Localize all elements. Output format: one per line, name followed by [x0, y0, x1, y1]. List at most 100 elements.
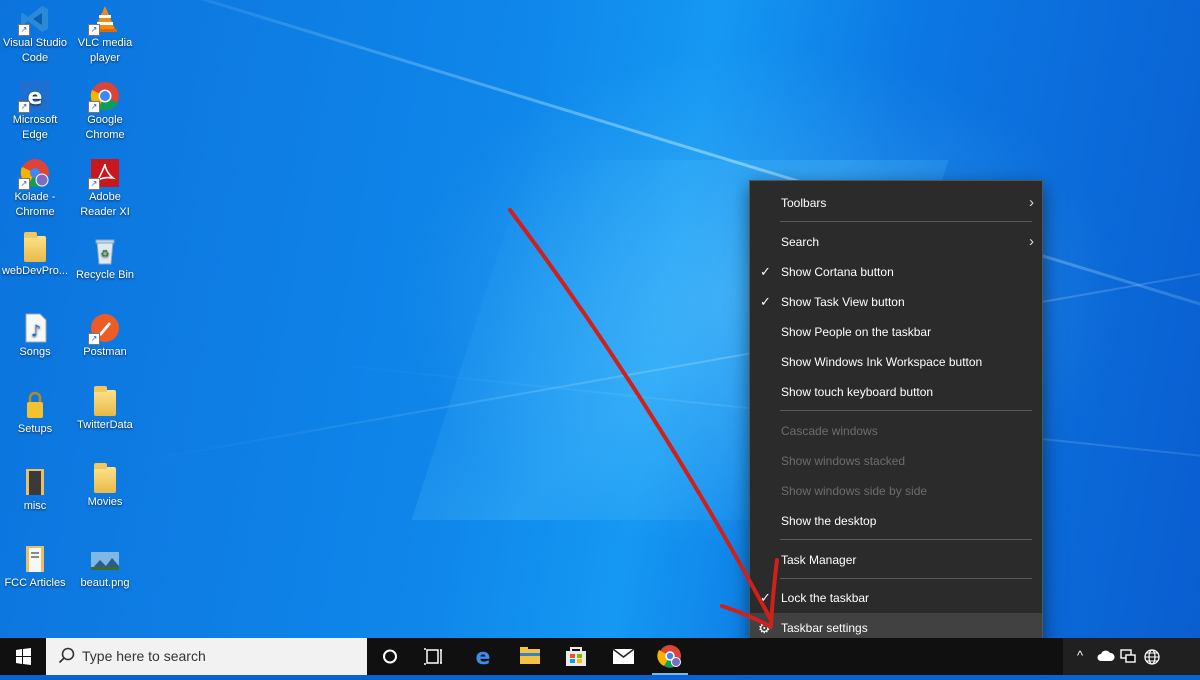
desktop-icon-movies[interactable]: Movies — [70, 463, 140, 510]
folder-icon — [20, 544, 50, 574]
menu-item-show-windows-side-by-side: Show windows side by side — [750, 476, 1042, 506]
menu-item-show-the-desktop[interactable]: Show the desktop — [750, 506, 1042, 536]
taskbar-search-box[interactable]: Type here to search — [46, 638, 367, 675]
folder-icon — [94, 386, 116, 416]
menu-item-search[interactable]: Search › — [750, 227, 1042, 257]
chrome-icon: ↗ — [88, 81, 120, 113]
folder-icon — [24, 232, 46, 262]
desktop-icon-vlc[interactable]: ↗ VLC media player — [70, 4, 140, 66]
start-button[interactable] — [0, 638, 46, 675]
menu-separator — [780, 578, 1032, 579]
recycle-bin-icon: ♻ — [90, 236, 120, 266]
microsoft-store-icon — [566, 647, 586, 666]
menu-item-cascade-windows: Cascade windows — [750, 416, 1042, 446]
system-tray: ^ — [1063, 638, 1200, 675]
taskbar-store-button[interactable] — [554, 638, 598, 675]
svg-text:♪: ♪ — [31, 321, 41, 340]
desktop-icon-webdevpro[interactable]: webDevPro... — [0, 232, 70, 279]
mail-icon — [612, 648, 635, 664]
desktop-icon-label: Chrome — [15, 206, 55, 218]
menu-item-label: Show touch keyboard button — [781, 385, 934, 399]
cortana-button[interactable] — [368, 638, 412, 675]
menu-item-show-windows-stacked: Show windows stacked — [750, 446, 1042, 476]
menu-separator — [780, 221, 1032, 222]
desktop-icon-vscode[interactable]: ↗ Visual Studio Code — [0, 4, 70, 66]
music-file-icon: ♪ — [20, 313, 50, 343]
taskbar-context-menu: Toolbars › Search › ✓ Show Cortana butto… — [749, 180, 1043, 650]
desktop-icon-misc[interactable]: misc — [0, 467, 70, 514]
desktop-icon-label: FCC Articles — [4, 577, 66, 589]
windows-logo-icon — [16, 648, 31, 665]
desktop-icon-fcc-articles[interactable]: FCC Articles — [0, 544, 70, 591]
menu-separator — [780, 410, 1032, 411]
desktop-icon-label: misc — [23, 500, 47, 512]
desktop-icon-label: VLC media — [77, 37, 133, 49]
chrome-icon — [657, 645, 681, 668]
menu-item-show-windows-ink[interactable]: Show Windows Ink Workspace button — [750, 347, 1042, 377]
taskbar: Type here to search e ^ — [0, 638, 1200, 675]
desktop-icon-label: Google — [87, 114, 123, 126]
task-view-button[interactable] — [412, 638, 456, 675]
desktop-icon-label: Postman — [83, 346, 127, 358]
desktop-icon-label: Chrome — [85, 129, 125, 141]
desktop-icon-songs[interactable]: ♪ Songs — [0, 313, 70, 360]
menu-item-show-task-view-button[interactable]: ✓ Show Task View button — [750, 287, 1042, 317]
chrome-profile-icon: ↗ — [18, 158, 50, 190]
taskbar-mail-button[interactable] — [601, 638, 645, 675]
desktop-icon-chrome[interactable]: ↗ Google Chrome — [70, 81, 140, 143]
submenu-arrow-icon: › — [1029, 233, 1034, 250]
folder-icon — [94, 463, 116, 493]
image-file-icon — [90, 544, 120, 574]
desktop-icon-kolade-chrome[interactable]: ↗ Kolade - Chrome — [0, 158, 70, 220]
menu-item-label: Show windows stacked — [781, 454, 906, 468]
desktop-icon-label: webDevPro... — [1, 265, 69, 277]
menu-item-toolbars[interactable]: Toolbars › — [750, 188, 1042, 218]
onedrive-icon[interactable] — [1097, 649, 1115, 663]
checkmark-icon: ✓ — [760, 590, 771, 605]
desktop-icon-label: beaut.png — [80, 577, 130, 589]
taskbar-edge-button[interactable]: e — [461, 638, 505, 675]
globe-icon[interactable] — [1143, 648, 1161, 666]
desktop-icon-beaut-png[interactable]: beaut.png — [70, 544, 140, 591]
search-placeholder: Type here to search — [82, 648, 206, 664]
desktop-icon-recycle-bin[interactable]: ♻ Recycle Bin — [70, 236, 140, 283]
menu-item-show-touch-keyboard[interactable]: Show touch keyboard button — [750, 377, 1042, 407]
menu-item-task-manager[interactable]: Task Manager — [750, 545, 1042, 575]
menu-item-lock-the-taskbar[interactable]: ✓ Lock the taskbar — [750, 583, 1042, 613]
desktop-icon-label: Code — [21, 52, 49, 64]
edge-icon: e — [476, 645, 491, 670]
desktop-icon-label: Visual Studio — [2, 37, 67, 49]
menu-separator — [780, 539, 1032, 540]
desktop-icon-label: Microsoft — [12, 114, 58, 126]
menu-item-show-cortana-button[interactable]: ✓ Show Cortana button — [750, 257, 1042, 287]
desktop-icon-adobe-reader[interactable]: ↗ Adobe Reader XI — [70, 158, 140, 220]
menu-item-label: Show Windows Ink Workspace button — [781, 355, 983, 369]
desktop-icon-twitterdata[interactable]: TwitterData — [70, 386, 140, 433]
desktop-icon-setups[interactable]: Setups — [0, 390, 70, 437]
network-icon[interactable] — [1119, 648, 1137, 664]
menu-item-label: Show the desktop — [781, 514, 877, 528]
cortana-icon — [383, 649, 397, 664]
desktop-icon-postman[interactable]: ↗ Postman — [70, 313, 140, 360]
taskbar-chrome-button[interactable] — [648, 638, 692, 675]
submenu-arrow-icon: › — [1029, 194, 1034, 211]
menu-item-show-people[interactable]: Show People on the taskbar — [750, 317, 1042, 347]
checkmark-icon: ✓ — [760, 294, 771, 309]
file-explorer-icon — [520, 647, 540, 664]
menu-item-label: Task Manager — [781, 553, 857, 567]
folder-icon — [20, 467, 50, 497]
adobe-reader-icon: ↗ — [88, 158, 120, 190]
postman-icon: ↗ — [88, 313, 120, 345]
taskbar-file-explorer-button[interactable] — [508, 638, 552, 675]
desktop-icon-label: Adobe — [89, 191, 121, 203]
desktop-icon-label: Kolade - — [14, 191, 56, 203]
menu-item-label: Search — [781, 235, 820, 249]
show-hidden-icons-chevron-icon[interactable]: ^ — [1077, 648, 1083, 663]
svg-text:♻: ♻ — [101, 249, 110, 260]
desktop-icon-label: Movies — [87, 496, 123, 508]
locked-folder-icon — [20, 390, 50, 420]
svg-text:e: e — [476, 645, 491, 670]
desktop-icon-label: Edge — [22, 129, 48, 141]
desktop-icon-edge[interactable]: e ↗ Microsoft Edge — [0, 81, 70, 143]
menu-item-label: Show windows side by side — [781, 484, 928, 498]
